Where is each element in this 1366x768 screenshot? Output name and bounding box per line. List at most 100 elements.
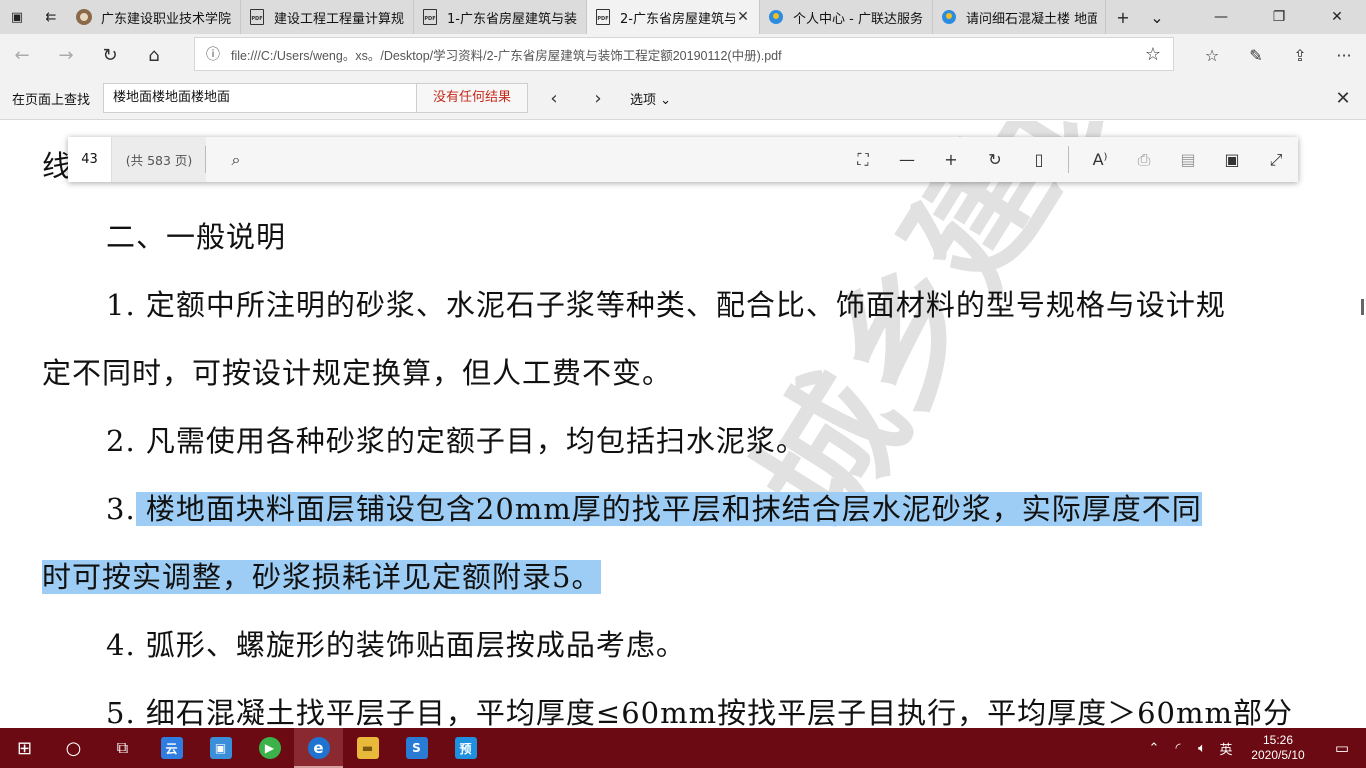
fullscreen-icon[interactable]: ⤢ <box>1256 137 1296 182</box>
pdf-toolbar: 43 (共 583 页) ⌕ ⛶ — + ↻ ▯ A⁾ ⎙ ▤ ▣ ⤢ <box>68 137 1298 182</box>
chevron-down-icon: ⌄ <box>660 93 672 108</box>
bulb-icon <box>768 9 784 25</box>
info-icon[interactable]: ⓘ <box>195 44 231 64</box>
tab-5[interactable]: 请问细石混凝土楼 地面 <box>933 0 1106 34</box>
ime-indicator[interactable]: 英 <box>1214 739 1238 758</box>
baidu-netdisk-icon: 云 <box>160 737 183 759</box>
scrollbar-thumb[interactable] <box>1361 299 1364 315</box>
taskbar-app-video-player[interactable]: ▶ <box>245 728 294 768</box>
clock-time: 15:26 <box>1262 733 1294 747</box>
site-icon <box>76 9 92 25</box>
zoom-in-icon[interactable]: + <box>931 137 971 182</box>
close-tab-icon[interactable]: ✕ <box>735 9 751 25</box>
forward-icon[interactable]: → <box>44 34 88 76</box>
find-options-button[interactable]: 选项 ⌄ <box>630 89 671 108</box>
pdf-icon: PDF <box>595 9 611 25</box>
tab-overview-icon[interactable]: ▣ <box>0 0 34 34</box>
navigation-bar: ← → ↻ ⌂ ⓘ file:///C:/Users/weng。xs。/Desk… <box>0 34 1366 76</box>
save-icon[interactable]: ▤ <box>1168 137 1208 182</box>
page-number-input[interactable]: 43 <box>68 137 112 182</box>
system-tray: ⌃ ◜ 🔈︎ 英 15:26 2020/5/10 ▭ <box>1142 728 1366 768</box>
paragraph-2-line-1: 2. 凡需使用各种砂浆的定额子目，均包括扫水泥浆。 <box>106 424 806 458</box>
tab-0[interactable]: 广东建设职业技术学院 <box>68 0 241 34</box>
more-icon[interactable]: ··· <box>1322 34 1366 76</box>
page-total: (共 583 页) <box>112 137 206 182</box>
new-tab-icon[interactable]: + <box>1106 0 1140 34</box>
print-icon[interactable]: ⎙ <box>1124 137 1164 182</box>
video-player-icon: ▶ <box>258 737 281 759</box>
paragraph-4-line-1: 4. 弧形、螺旋形的装饰贴面层按成品考虑。 <box>106 628 686 662</box>
pdf-icon: PDF <box>249 9 265 25</box>
preview-app-icon: 预 <box>454 737 477 759</box>
minimize-icon[interactable]: — <box>1192 0 1250 34</box>
set-aside-tabs-icon[interactable]: ⇇ <box>34 0 68 34</box>
paragraph-1-line-1: 1. 定额中所注明的砂浆、水泥石子浆等种类、配合比、饰面材料的型号规格与设计规 <box>106 288 1226 322</box>
page-layout-icon[interactable]: ▯ <box>1019 137 1059 182</box>
address-bar[interactable]: ⓘ file:///C:/Users/weng。xs。/Desktop/学习资料… <box>194 37 1174 71</box>
share-icon[interactable]: ⇪ <box>1278 34 1322 76</box>
pdf-document[interactable]: 城乡建设厅 线 二、一般说明 1. 定额中所注明的砂浆、水泥石子浆等种类、配合比… <box>0 121 1366 728</box>
notification-icon[interactable]: ▭ <box>1318 739 1366 757</box>
taskbar-app-file-explorer[interactable]: ▬ <box>343 728 392 768</box>
tab-2[interactable]: PDF 1-广东省房屋建筑与装 <box>414 0 587 34</box>
find-label: 在页面上查找 <box>12 93 91 108</box>
tab-1[interactable]: PDF 建设工程工程量计算规 <box>241 0 414 34</box>
paragraph-5-number: 5. <box>106 696 136 728</box>
address-url[interactable]: file:///C:/Users/weng。xs。/Desktop/学习资料/2… <box>231 45 1133 64</box>
paragraph-3-number: 3. <box>106 492 136 526</box>
find-input[interactable]: 楼地面楼地面楼地面 <box>103 83 417 113</box>
tab-strip-spacer <box>1174 0 1192 34</box>
fit-page-icon[interactable]: ⛶ <box>843 137 883 182</box>
clock[interactable]: 15:26 2020/5/10 <box>1238 733 1318 763</box>
chevron-up-icon[interactable]: ⌃ <box>1142 741 1166 756</box>
rotate-icon[interactable]: ↻ <box>975 137 1015 182</box>
search-circle-icon[interactable]: ○ <box>49 728 98 768</box>
taskbar-app-baidu-netdisk[interactable]: 云 <box>147 728 196 768</box>
edge-icon: e <box>307 737 330 759</box>
folder-icon: ▬ <box>356 737 379 759</box>
toolbar-divider <box>205 146 206 173</box>
close-window-icon[interactable]: ✕ <box>1308 0 1366 34</box>
refresh-icon[interactable]: ↻ <box>88 34 132 76</box>
section-heading: 二、一般说明 <box>106 220 287 254</box>
pen-icon[interactable]: ✎ <box>1234 34 1278 76</box>
volume-icon[interactable]: 🔈︎ <box>1190 741 1214 756</box>
windows-start-icon[interactable]: ⊞ <box>0 728 49 768</box>
zoom-out-icon[interactable]: — <box>887 137 927 182</box>
highlighted-text: 时可按实调整，砂浆损耗详见定额附录5。 <box>42 560 602 594</box>
save-as-icon[interactable]: ▣ <box>1212 137 1252 182</box>
paragraph-3-line-1: 3. 楼地面块料面层铺设包含20mm厚的找平层和抹结合层水泥砂浆，实际厚度不同 <box>106 486 1202 528</box>
taskbar-app-preview[interactable]: 预 <box>441 728 490 768</box>
tab-strip: ▣ ⇇ 广东建设职业技术学院 PDF 建设工程工程量计算规 PDF 1-广东省房… <box>0 0 1366 34</box>
back-icon[interactable]: ← <box>0 34 44 76</box>
paragraph-1-line-2: 定不同时，可按设计规定换算，但人工费不变。 <box>42 356 673 390</box>
paragraph-3-line-2: 时可按实调整，砂浆损耗详见定额附录5。 <box>42 554 602 596</box>
favorite-star-icon[interactable]: ☆ <box>1133 44 1173 65</box>
tab-list-chevron-icon[interactable]: ⌄ <box>1140 0 1174 34</box>
toolbar-divider <box>1068 146 1069 173</box>
taskbar: ⊞ ○ ⧉ 云 ▣ ▶ e ▬ S 预 ⌃ ◜ 🔈︎ 英 15:26 2020/… <box>0 728 1366 768</box>
search-icon[interactable]: ⌕ <box>216 137 256 182</box>
highlighted-text: 楼地面块料面层铺设包含20mm厚的找平层和抹结合层水泥砂浆，实际厚度不同 <box>135 492 1202 526</box>
taskbar-app-edge[interactable]: e <box>294 728 343 768</box>
taskbar-app-glodon[interactable]: S <box>392 728 441 768</box>
tab-4[interactable]: 个人中心 - 广联达服务 <box>760 0 933 34</box>
find-previous-icon[interactable]: ‹ <box>534 83 574 113</box>
find-status: 没有任何结果 <box>417 83 528 113</box>
favorites-icon[interactable]: ☆ <box>1190 34 1234 76</box>
tab-3-active[interactable]: PDF 2-广东省房屋建筑与装 ✕ <box>587 0 760 34</box>
remote-desktop-icon: ▣ <box>209 737 232 759</box>
task-view-icon[interactable]: ⧉ <box>98 728 147 768</box>
find-next-icon[interactable]: › <box>578 83 618 113</box>
glodon-icon: S <box>405 737 428 759</box>
taskbar-app-remote-desktop[interactable]: ▣ <box>196 728 245 768</box>
pdf-icon: PDF <box>422 9 438 25</box>
underlined-text: 细石混凝土找平层子目，平均厚度≤60mm按找平层子目执行，平均厚度＞60mm部分 <box>135 696 1293 728</box>
read-aloud-icon[interactable]: A⁾ <box>1080 137 1120 182</box>
paragraph-5-line-1: 5. 细石混凝土找平层子目，平均厚度≤60mm按找平层子目执行，平均厚度＞60m… <box>106 690 1293 728</box>
find-close-icon[interactable]: ✕ <box>1328 83 1358 113</box>
restore-icon[interactable]: ❐ <box>1250 0 1308 34</box>
wifi-icon[interactable]: ◜ <box>1166 741 1190 756</box>
home-icon[interactable]: ⌂ <box>132 34 176 76</box>
find-options-label: 选项 <box>630 93 657 108</box>
